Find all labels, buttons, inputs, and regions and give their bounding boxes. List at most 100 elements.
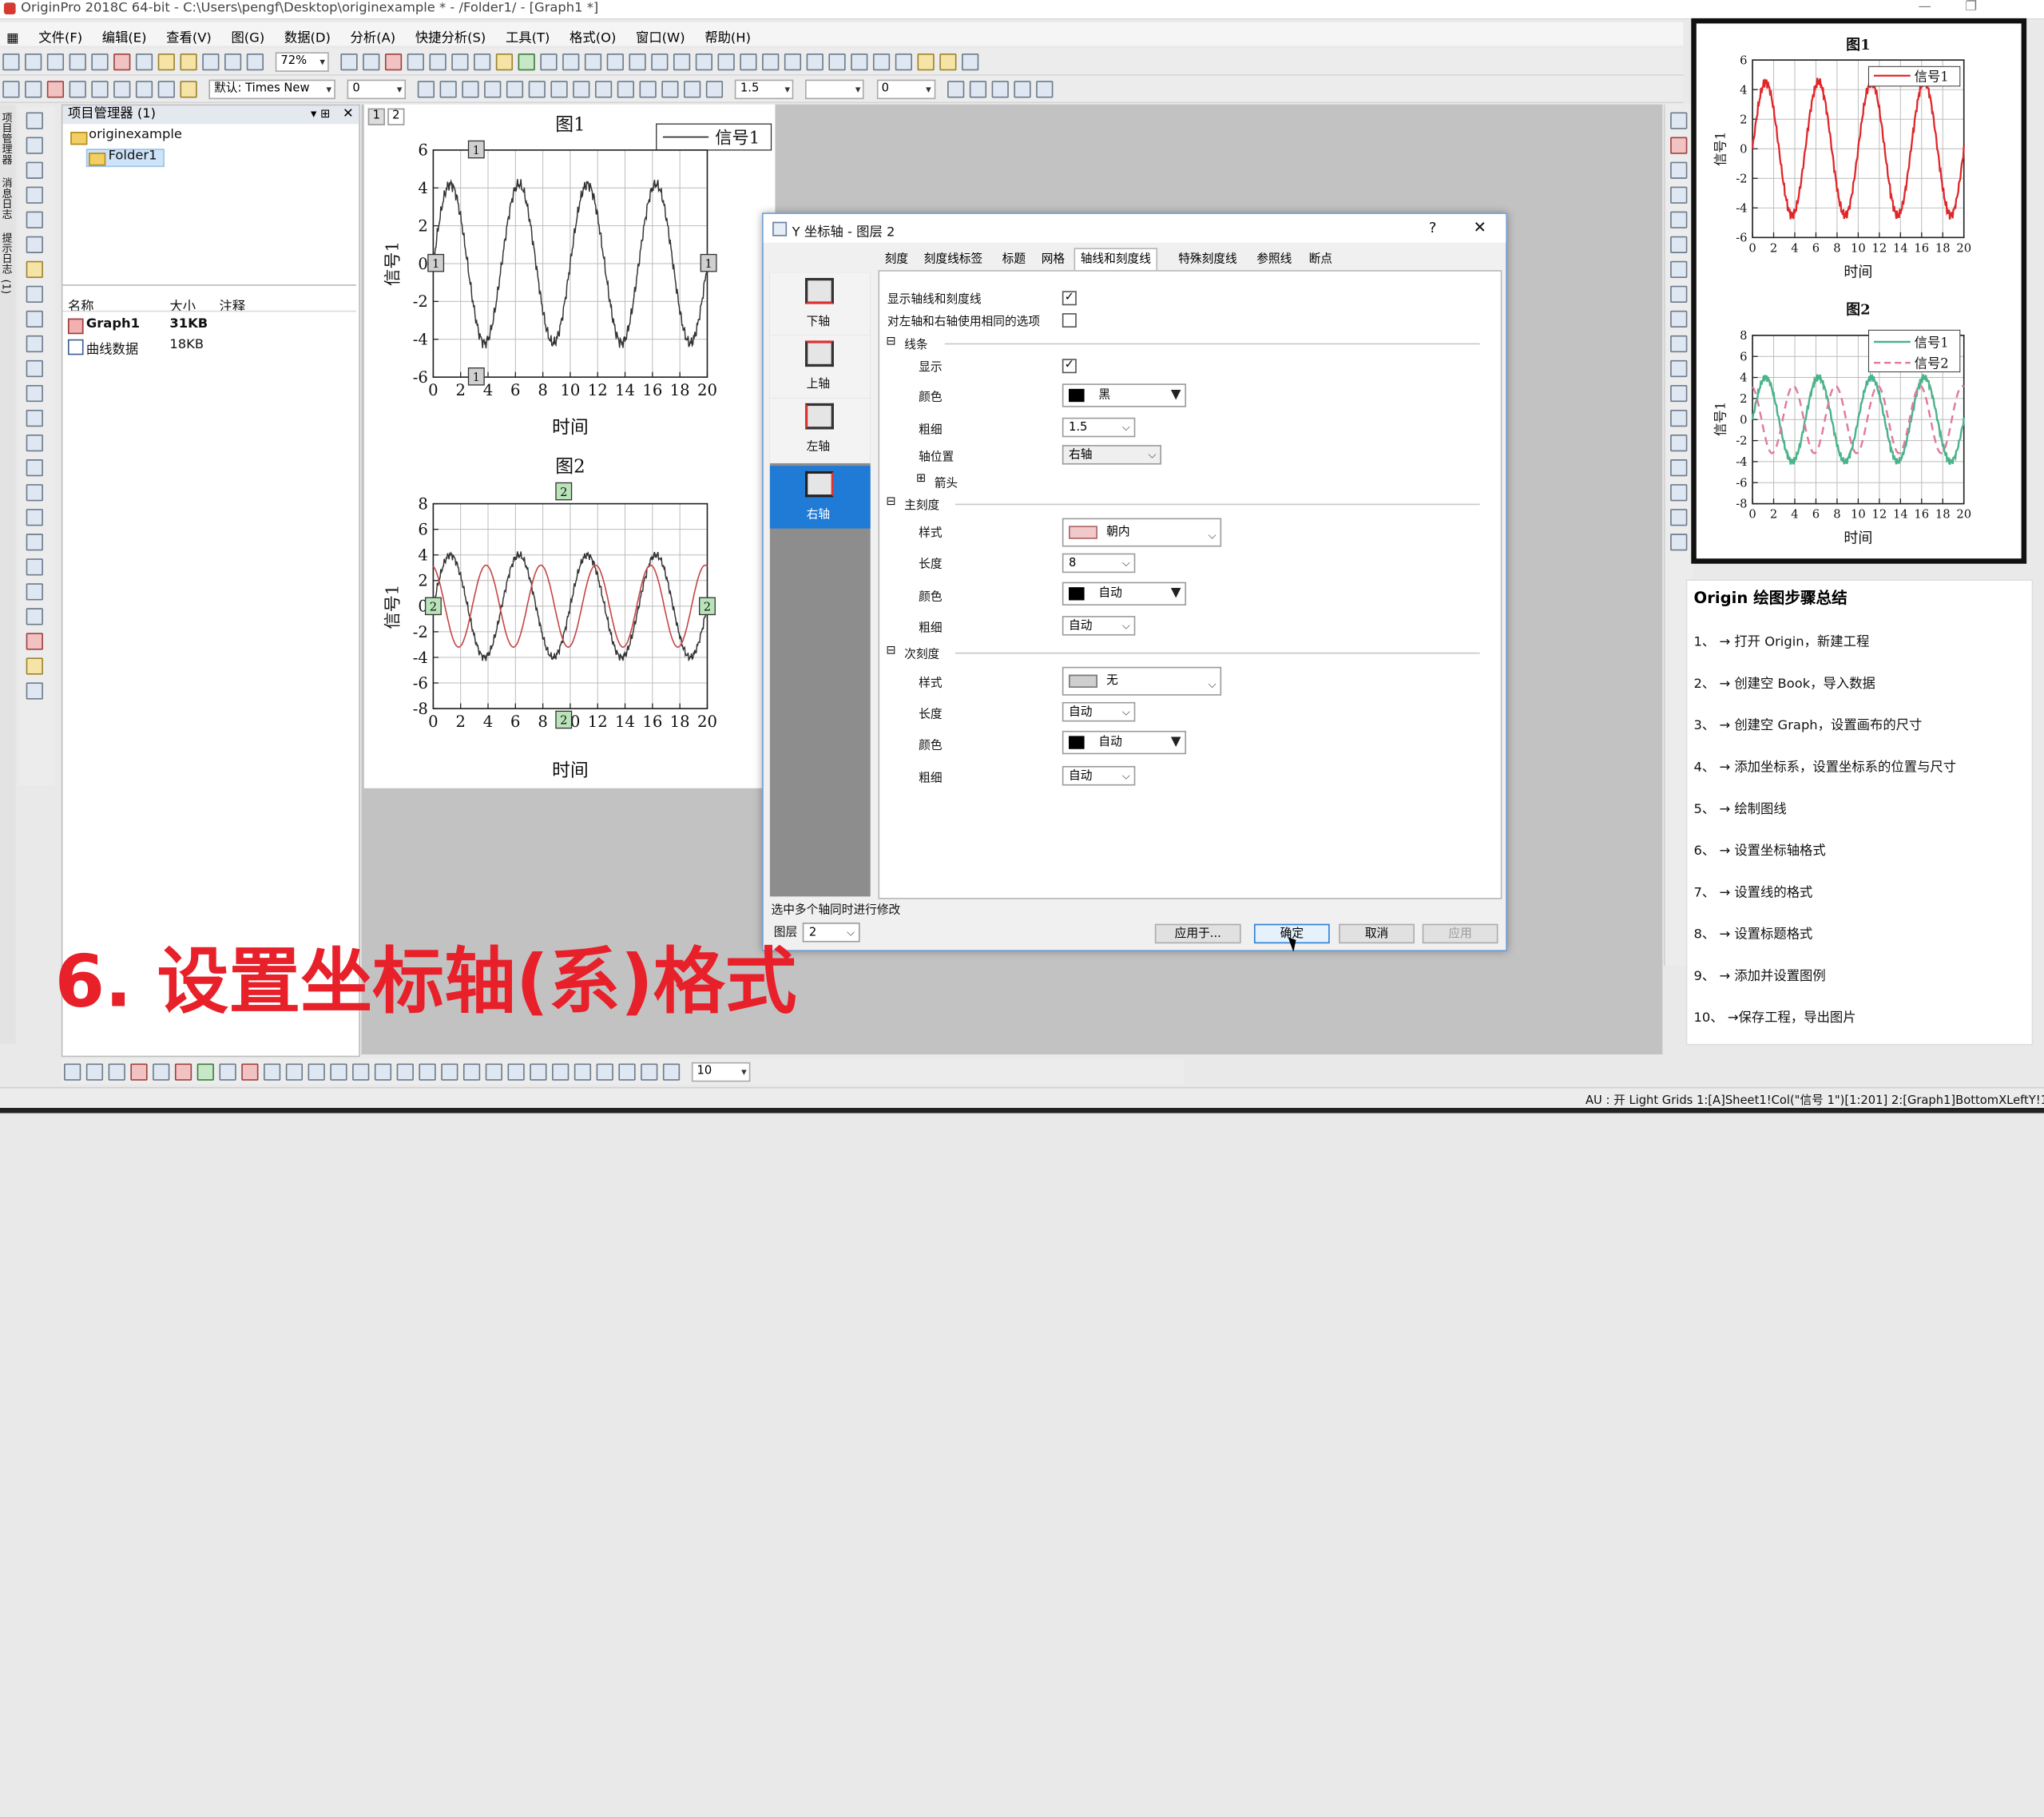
arrow-expand-icon[interactable]: ⊞ xyxy=(916,472,926,485)
bar-chart-icon[interactable] xyxy=(673,53,691,71)
show-axis-checkbox[interactable]: ✓ xyxy=(1062,291,1077,306)
tab-grid[interactable]: 网格 xyxy=(1035,248,1072,271)
timestamp-icon[interactable] xyxy=(629,53,646,71)
new-graph-icon[interactable] xyxy=(69,53,86,71)
group-plot-icon[interactable] xyxy=(374,1063,392,1081)
line-pattern-combo[interactable] xyxy=(805,79,865,100)
menu-edit[interactable]: 编辑(E) xyxy=(96,27,153,50)
next-icon[interactable] xyxy=(873,53,891,71)
box-chart-icon[interactable] xyxy=(552,1063,570,1081)
app-icon[interactable] xyxy=(917,53,935,71)
line-width-combo[interactable]: 1.5 xyxy=(735,79,794,100)
template-icon[interactable] xyxy=(135,53,153,71)
line-tool-icon[interactable] xyxy=(26,409,43,427)
major-collapse-icon[interactable]: ⊟ xyxy=(886,496,895,509)
superscript-icon[interactable] xyxy=(484,81,502,98)
scatter-plot-icon[interactable] xyxy=(85,1063,104,1081)
root-folder-label[interactable]: originexample xyxy=(89,128,182,142)
align-right-icon[interactable] xyxy=(1670,211,1688,228)
multi-panel-icon[interactable] xyxy=(330,1063,347,1081)
legend-icon[interactable] xyxy=(606,53,625,71)
tab-special-ticks[interactable]: 特殊刻度线 xyxy=(1172,248,1244,271)
same-height-icon[interactable] xyxy=(1670,310,1688,328)
layer-dropdown[interactable]: 2 ⌵ xyxy=(802,923,860,943)
pattern-icon[interactable] xyxy=(661,81,679,98)
insert-table-icon[interactable] xyxy=(26,509,43,526)
layer-icon[interactable] xyxy=(518,53,536,71)
align-icon[interactable] xyxy=(595,81,613,98)
print-icon[interactable] xyxy=(340,53,358,71)
font-size-combo[interactable]: 0 xyxy=(347,79,407,100)
copy-icon[interactable] xyxy=(157,81,175,98)
menu-quick-analysis[interactable]: 快捷分析(S) xyxy=(409,27,493,50)
cut-icon[interactable] xyxy=(135,81,153,98)
set-x-icon[interactable] xyxy=(762,53,780,71)
histogram-icon[interactable] xyxy=(574,1063,592,1081)
line-symbol-icon[interactable] xyxy=(108,1063,125,1081)
set-y-icon[interactable] xyxy=(784,53,802,71)
doughnut-icon[interactable] xyxy=(618,1063,636,1081)
tools-icon[interactable] xyxy=(962,53,979,71)
new-matrix-icon[interactable] xyxy=(46,53,65,71)
line-width-dropdown[interactable]: 1.5 ⌵ xyxy=(1062,417,1136,438)
ternary-icon[interactable] xyxy=(396,1063,414,1081)
tab-reference-lines[interactable]: 参照线 xyxy=(1250,248,1298,271)
font-color-icon[interactable] xyxy=(617,81,635,98)
lock-icon[interactable] xyxy=(1035,81,1053,98)
copy-page-icon[interactable] xyxy=(363,53,380,71)
results-log-icon[interactable] xyxy=(429,53,447,71)
template-library-icon[interactable] xyxy=(264,1063,281,1081)
grid-icon[interactable] xyxy=(947,81,964,98)
tab-title[interactable]: 标题 xyxy=(996,248,1033,271)
wind-rose-icon[interactable] xyxy=(662,1063,681,1081)
decrease-font-icon[interactable] xyxy=(573,81,590,98)
sort-icon[interactable] xyxy=(740,53,757,71)
first-icon[interactable] xyxy=(828,53,846,71)
folder-icon[interactable] xyxy=(26,657,43,675)
align-left-icon[interactable] xyxy=(1670,186,1688,204)
layer-tool-icon[interactable] xyxy=(1670,112,1688,129)
rectangle-tool-icon[interactable] xyxy=(26,435,43,452)
tab-tick-labels[interactable]: 刻度线标签 xyxy=(917,248,989,271)
axis-tool-icon[interactable] xyxy=(1670,137,1688,154)
open-icon[interactable] xyxy=(157,53,175,71)
restore-button[interactable]: ❐ xyxy=(1965,0,1977,14)
axis-top[interactable]: 上轴 xyxy=(769,335,871,399)
font-combo[interactable]: 默认: Times New xyxy=(208,79,336,100)
file-graph1-name[interactable]: Graph1 xyxy=(86,317,140,331)
import-icon[interactable] xyxy=(113,53,131,71)
save-icon[interactable] xyxy=(202,53,220,71)
align-bottom-icon[interactable] xyxy=(1670,260,1688,278)
plot-3d-icon[interactable] xyxy=(153,1063,170,1081)
zoom-combo[interactable]: 72% xyxy=(275,52,329,72)
color-icon[interactable] xyxy=(26,633,43,650)
line-color-icon[interactable] xyxy=(684,81,701,98)
bar-3d-icon[interactable] xyxy=(507,1063,525,1081)
align-top-icon[interactable] xyxy=(1670,236,1688,253)
axis-position-dropdown[interactable]: 右轴 ⌵ xyxy=(1062,445,1161,465)
minor-collapse-icon[interactable]: ⊟ xyxy=(886,645,895,657)
apps-icon[interactable] xyxy=(939,53,957,71)
new-book-icon[interactable] xyxy=(25,53,42,71)
waterfall-icon[interactable] xyxy=(462,1063,481,1081)
contour-icon[interactable] xyxy=(285,1063,304,1081)
axis-right[interactable]: 右轴 xyxy=(769,466,871,529)
help-button[interactable]: ? xyxy=(1429,219,1437,236)
greek-icon[interactable] xyxy=(529,81,546,98)
menu-tools[interactable]: 工具(T) xyxy=(499,27,557,50)
mask-tool-icon[interactable] xyxy=(26,285,43,304)
image-plot-icon[interactable] xyxy=(308,1063,325,1081)
minor-length-dropdown[interactable]: 自动 ⌵ xyxy=(1062,701,1136,722)
grid-tool-icon[interactable] xyxy=(26,682,43,700)
column-plot-icon[interactable] xyxy=(130,1063,148,1081)
cancel-button[interactable]: 取消 xyxy=(1339,923,1415,944)
draw-data-icon[interactable] xyxy=(26,310,43,328)
brush-icon[interactable] xyxy=(26,583,43,601)
pan-tool-icon[interactable] xyxy=(26,459,43,477)
stack-plot-icon[interactable] xyxy=(352,1063,370,1081)
statistics-plot-icon[interactable] xyxy=(174,1063,192,1081)
minor-width-dropdown[interactable]: 自动 ⌵ xyxy=(1062,765,1136,786)
distribute-icon[interactable] xyxy=(1670,484,1688,502)
line-show-checkbox[interactable]: ✓ xyxy=(1062,359,1077,374)
fill-area-icon[interactable] xyxy=(2,81,20,98)
